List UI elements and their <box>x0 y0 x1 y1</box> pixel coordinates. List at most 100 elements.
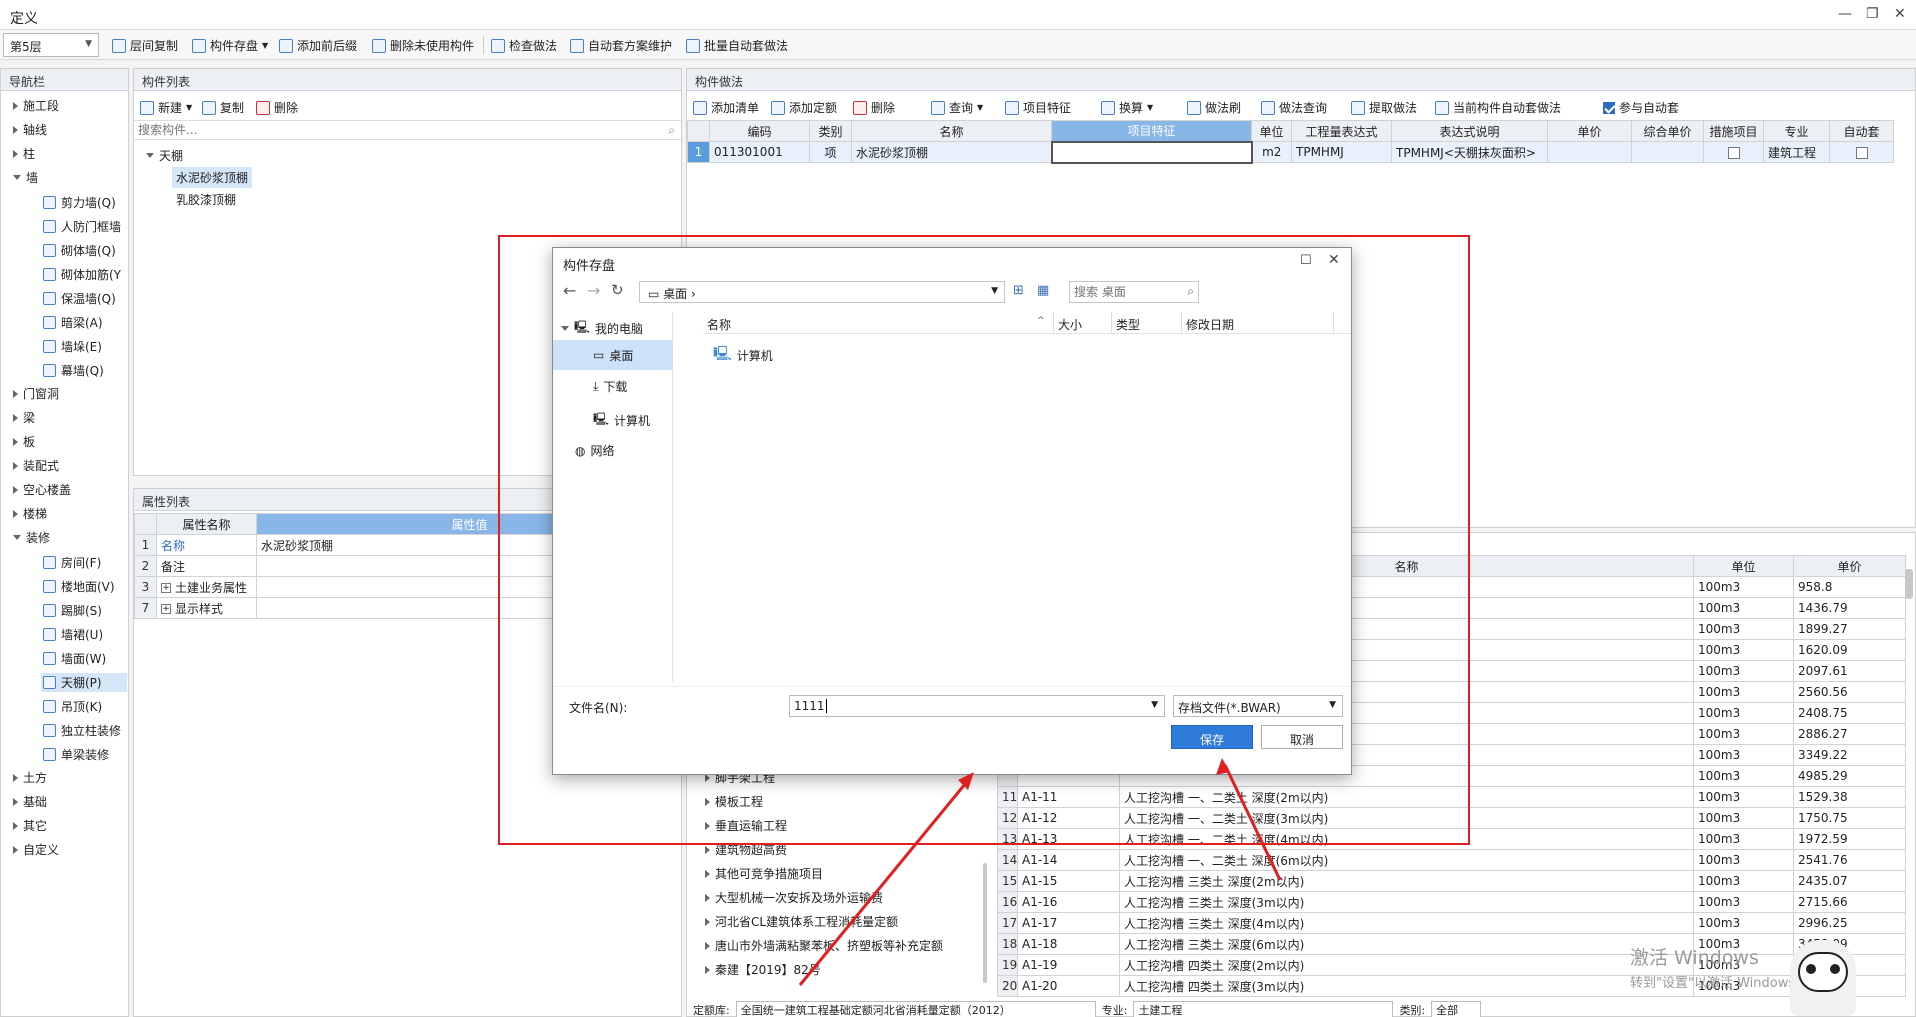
component-search[interactable]: ⌕ <box>134 120 681 140</box>
quota-code[interactable]: A1-20 <box>1017 975 1120 997</box>
nav-item-6[interactable]: 砌体墙(Q) <box>41 241 127 260</box>
group-ceiling[interactable]: 天棚 <box>146 147 183 164</box>
method-expr[interactable]: TPMHMJ <box>1291 141 1392 163</box>
nav-item-11[interactable]: 幕墙(Q) <box>41 361 127 380</box>
quota-price[interactable]: 4985.29 <box>1793 765 1906 787</box>
col-file-date[interactable]: 修改日期 <box>1186 316 1234 333</box>
expand-plus-icon[interactable]: + <box>161 583 171 593</box>
expand-icon[interactable] <box>146 153 154 158</box>
check-method-button[interactable]: 检查做法 <box>491 37 557 54</box>
method-major[interactable]: 建筑工程 <box>1763 141 1830 163</box>
save-component-button[interactable]: 构件存盘 ▼ <box>192 37 268 54</box>
quota-code[interactable]: A1-16 <box>1017 891 1120 913</box>
method-price[interactable] <box>1547 141 1632 163</box>
col-file-size[interactable]: 大小 <box>1058 316 1082 333</box>
dialog-search[interactable]: ⌕ <box>1069 281 1199 303</box>
expand-icon[interactable] <box>13 821 18 830</box>
col-method-7[interactable]: 单价 <box>1547 120 1632 142</box>
filetype-select[interactable]: 存档文件(*.BWAR) ▼ <box>1173 695 1343 717</box>
nav-item-2[interactable]: 柱 <box>13 145 35 162</box>
expand-icon[interactable] <box>13 461 18 470</box>
add-suffix-button[interactable]: 添加前后缀 <box>279 37 357 54</box>
quota-row[interactable]: 12 A1-12 人工挖沟槽 一、二类土 深度(3m以内) 100m3 1750.75 <box>997 807 1906 829</box>
expand-icon[interactable] <box>13 437 18 446</box>
floor-select[interactable]: 第5层 ▼ <box>3 33 99 57</box>
nav-item-19[interactable]: 房间(F) <box>41 553 127 572</box>
tree-my-computer[interactable]: 🖳 我的电脑 <box>561 318 643 339</box>
method-type[interactable]: 项 <box>809 141 852 163</box>
quota-price[interactable]: 2097.61 <box>1793 660 1906 682</box>
property-name[interactable]: + 显示样式 <box>156 597 257 619</box>
nav-item-0[interactable]: 施工段 <box>13 97 59 114</box>
major-select[interactable]: 土建工程 <box>1133 1001 1394 1017</box>
quota-price[interactable]: 2408.75 <box>1793 702 1906 724</box>
quota-unit[interactable]: 100m3 <box>1693 597 1794 619</box>
quota-code[interactable]: A1-19 <box>1017 954 1120 976</box>
expand-icon[interactable] <box>705 797 710 806</box>
refresh-icon[interactable]: ↻ <box>611 281 624 299</box>
expand-icon[interactable] <box>705 917 710 926</box>
nav-item-18[interactable]: 装修 <box>13 529 50 546</box>
nav-item-10[interactable]: 墙垛(E) <box>41 337 127 356</box>
method-row[interactable]: 1 011301001 项 水泥砂浆顶棚 m2 TPMHMJ TPMHMJ<天棚… <box>687 140 1894 164</box>
auto-checkbox[interactable] <box>1829 141 1894 163</box>
forward-icon[interactable]: → <box>587 281 600 300</box>
expand-icon[interactable] <box>705 869 710 878</box>
quota-name[interactable]: 人工挖沟槽 三类土 深度(6m以内) <box>1119 933 1694 955</box>
nav-item-14[interactable]: 板 <box>13 433 35 450</box>
nav-item-22[interactable]: 墙裙(U) <box>41 625 127 644</box>
quota-price[interactable]: 2886.27 <box>1793 723 1906 745</box>
expand-icon[interactable] <box>13 175 21 180</box>
property-name[interactable]: + 土建业务属性 <box>156 576 257 598</box>
cancel-button[interactable]: 取消 <box>1261 725 1343 749</box>
nav-item-28[interactable]: 土方 <box>13 769 47 786</box>
quota-unit[interactable]: 100m3 <box>1693 723 1794 745</box>
nav-item-27[interactable]: 单梁装修 <box>41 745 127 764</box>
auto-apply-button[interactable]: 当前构件自动套做法 <box>1435 99 1561 116</box>
convert-button[interactable]: 换算 ▼ <box>1101 99 1153 116</box>
col-method-9[interactable]: 措施项目 <box>1703 120 1764 142</box>
add-list-button[interactable]: 添加清单 <box>693 99 759 116</box>
nav-item-9[interactable]: 暗梁(A) <box>41 313 127 332</box>
col-method-5[interactable]: 工程量表达式 <box>1291 120 1392 142</box>
quota-name[interactable]: 人工挖沟槽 三类土 深度(3m以内) <box>1119 891 1694 913</box>
nav-item-17[interactable]: 楼梯 <box>13 505 47 522</box>
col-method-2[interactable]: 名称 <box>851 120 1052 142</box>
method-name[interactable]: 水泥砂浆顶棚 <box>851 141 1052 163</box>
nav-item-12[interactable]: 门窗洞 <box>13 385 59 402</box>
close-icon[interactable]: ✕ <box>1328 252 1340 268</box>
method-brush-button[interactable]: 做法刷 <box>1187 99 1241 116</box>
quota-unit[interactable]: 100m3 <box>1693 828 1794 850</box>
measure-checkbox[interactable] <box>1703 141 1764 163</box>
nav-item-5[interactable]: 人防门框墙 <box>41 217 127 236</box>
expand-icon[interactable] <box>705 821 710 830</box>
quota-tree-item[interactable]: 大型机械一次安拆及场外运输费 <box>705 889 883 906</box>
method-code[interactable]: 011301001 <box>709 141 810 163</box>
feature-button[interactable]: 项目特征 <box>1005 99 1071 116</box>
quota-unit[interactable]: 100m3 <box>1693 870 1794 892</box>
save-button[interactable]: 保存 <box>1171 725 1253 749</box>
nav-item-3[interactable]: 墙 <box>13 169 38 186</box>
quota-tree-item[interactable]: 模板工程 <box>705 793 763 810</box>
quota-tree-item[interactable]: 其他可竞争措施项目 <box>705 865 823 882</box>
extract-method-button[interactable]: 提取做法 <box>1351 99 1417 116</box>
quota-name[interactable]: 人工挖沟槽 三类土 深度(2m以内) <box>1119 870 1694 892</box>
tree-computer[interactable]: 🖳 计算机 <box>593 410 650 431</box>
quota-price[interactable]: 1899.27 <box>1793 618 1906 640</box>
checkbox-checked-icon[interactable] <box>1603 101 1615 114</box>
quota-unit[interactable]: 100m3 <box>1693 912 1794 934</box>
quota-price[interactable]: 1436.79 <box>1793 597 1906 619</box>
method-unit[interactable]: m2 <box>1251 141 1292 163</box>
quota-name[interactable]: 人工挖沟槽 三类土 深度(4m以内) <box>1119 912 1694 934</box>
quota-row[interactable]: 15 A1-15 人工挖沟槽 三类土 深度(2m以内) 100m3 2435.07 <box>997 870 1906 892</box>
quota-name[interactable]: 人工挖沟槽 一、二类土 深度(3m以内) <box>1119 807 1694 829</box>
quota-unit[interactable]: 100m3 <box>1693 618 1794 640</box>
nav-item-15[interactable]: 装配式 <box>13 457 59 474</box>
add-quota-button[interactable]: 添加定额 <box>771 99 837 116</box>
tree-desktop[interactable]: ▭ 桌面 <box>553 340 673 370</box>
quota-scrollbar[interactable] <box>1905 569 1913 599</box>
expand-icon[interactable] <box>705 893 710 902</box>
delete-method-button[interactable]: 删除 <box>853 99 895 116</box>
expand-plus-icon[interactable]: + <box>161 604 171 614</box>
file-item-computer[interactable]: 🖳 计算机 <box>713 343 773 367</box>
